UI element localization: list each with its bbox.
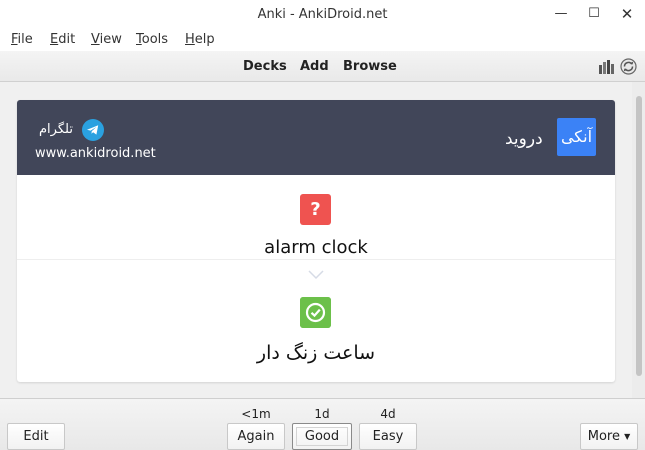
again-interval: <1m: [241, 407, 271, 421]
more-label: More: [587, 429, 620, 444]
flashcard: تلگرام www.ankidroid.net آنکی درويد ? al…: [17, 100, 615, 382]
telegram-label[interactable]: تلگرام: [39, 122, 73, 137]
menu-edit[interactable]: Edit: [50, 32, 75, 47]
browse-link[interactable]: Browse: [343, 59, 397, 74]
site-url[interactable]: www.ankidroid.net: [35, 146, 156, 161]
menu-help[interactable]: Help: [185, 32, 215, 47]
telegram-icon[interactable]: [82, 119, 104, 141]
menu-bar: File Edit View Tools Help: [0, 30, 645, 51]
more-button[interactable]: More ▼: [580, 423, 638, 450]
title-bar: Anki - AnkiDroid.net — ☐ ✕: [0, 0, 645, 30]
card-header: تلگرام www.ankidroid.net آنکی درويد: [17, 100, 615, 175]
brand-logo: آنکی: [557, 118, 596, 156]
scrollbar-thumb[interactable]: [636, 96, 642, 376]
good-button[interactable]: Good: [292, 423, 352, 450]
edit-button[interactable]: Edit: [7, 423, 65, 450]
chevron-down-icon: ▼: [624, 432, 631, 441]
answer-bar: Edit <1m Again 1d Good 4d Easy More ▼: [0, 398, 645, 450]
menu-file[interactable]: File: [11, 32, 33, 47]
easy-interval: 4d: [380, 407, 396, 421]
question-icon: ?: [300, 194, 331, 225]
easy-button[interactable]: Easy: [359, 423, 417, 450]
menu-view[interactable]: View: [91, 32, 122, 47]
card-front-text: alarm clock: [264, 237, 368, 258]
brand-name: درويد: [505, 129, 543, 149]
check-icon: [300, 297, 331, 328]
answer-divider: [17, 259, 615, 260]
chevron-down-icon: [308, 270, 324, 280]
sync-icon[interactable]: [620, 58, 637, 75]
add-link[interactable]: Add: [300, 59, 329, 74]
window-title: Anki - AnkiDroid.net: [257, 7, 388, 22]
toolbar: Decks Add Browse: [0, 51, 645, 82]
again-button[interactable]: Again: [227, 423, 285, 450]
good-interval: 1d: [314, 407, 330, 421]
decks-link[interactable]: Decks: [243, 59, 287, 74]
vertical-scrollbar[interactable]: [632, 82, 645, 398]
menu-tools[interactable]: Tools: [136, 32, 168, 47]
card-back-text: ساعت زنگ دار: [256, 342, 376, 364]
good-button-label: Good: [296, 427, 348, 446]
minimize-button[interactable]: —: [550, 4, 572, 24]
review-area: تلگرام www.ankidroid.net آنکی درويد ? al…: [0, 82, 645, 398]
maximize-button[interactable]: ☐: [583, 4, 605, 24]
close-button[interactable]: ✕: [616, 4, 638, 24]
stats-icon[interactable]: [599, 60, 615, 74]
